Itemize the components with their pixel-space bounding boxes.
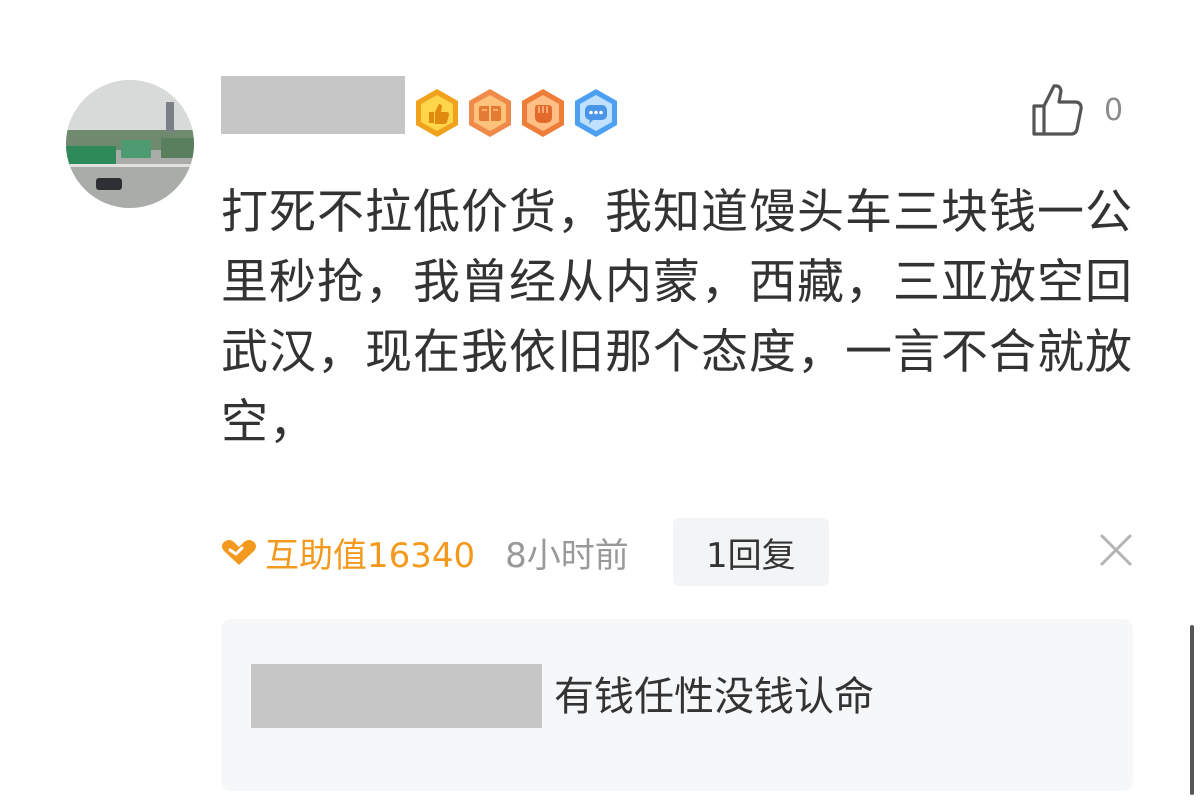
reply-text: 有钱任性没钱认命 [554,674,874,720]
avatar-photo [66,80,194,208]
close-icon[interactable] [1096,530,1136,570]
scrollbar[interactable] [1190,625,1194,795]
fist-badge-icon [522,89,564,137]
reply-author-redacted[interactable] [251,664,542,728]
username-redacted[interactable] [221,76,405,134]
comment-page: 0 打死不拉低价货，我知道馒头车三块钱一公里秒抢，我曾经从内蒙，西藏，三亚放空回… [0,0,1200,800]
comment-body: 打死不拉低价货，我知道馒头车三块钱一公里秒抢，我曾经从内蒙，西藏，三亚放空回武汉… [221,185,1133,450]
help-value: 互助值16340 [221,528,475,577]
chat-badge-icon [575,89,617,137]
help-value-text: 互助值16340 [265,535,476,576]
handshake-heart-icon [222,540,256,565]
like-button[interactable]: 0 [1028,78,1148,142]
thumb-badge-icon [416,89,458,137]
thumbs-up-icon [1032,84,1083,136]
comment-meta-row: 互助值16340 8小时前 1回复 [221,518,829,586]
reply-count-button[interactable]: 1回复 [672,518,829,586]
book-badge-icon [469,89,511,137]
timestamp: 8小时前 [505,535,629,576]
reply-preview[interactable]: 有钱任性没钱认命 [221,619,1133,791]
avatar[interactable] [66,80,194,208]
like-count: 0 [1104,92,1124,128]
user-badges [414,88,619,138]
